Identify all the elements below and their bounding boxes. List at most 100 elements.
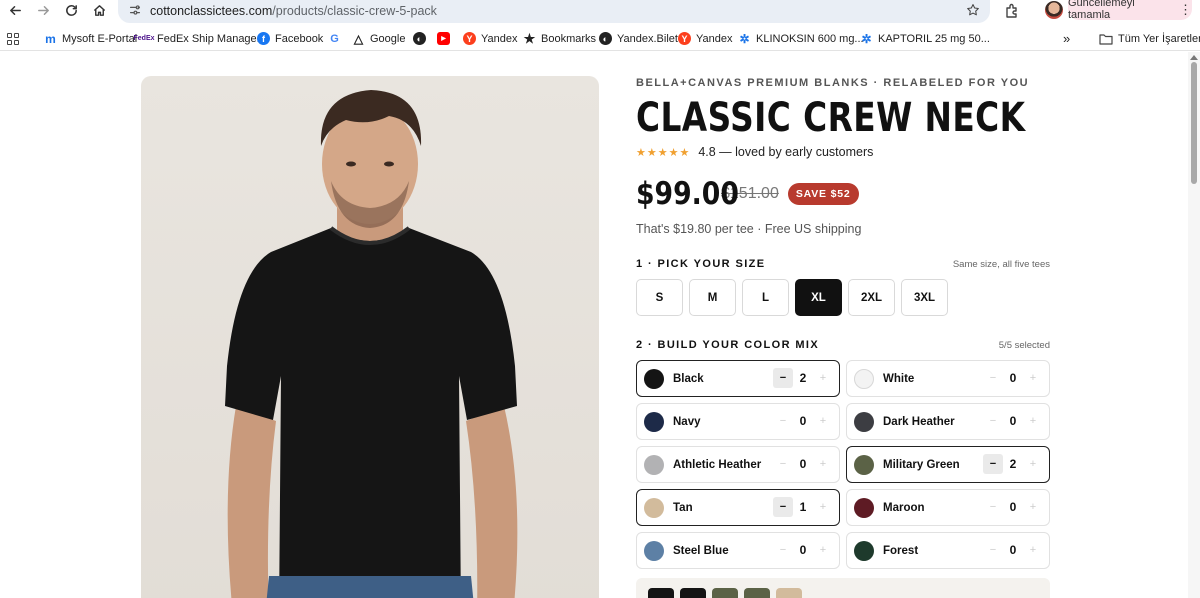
reload-button[interactable]	[59, 0, 83, 21]
size-option-xl[interactable]: XL	[795, 279, 842, 316]
color-option-white[interactable]: White −0 +	[846, 360, 1050, 397]
per-tee-text: That's $19.80 per tee · Free US shipping	[636, 222, 862, 236]
increase-button[interactable]: +	[813, 540, 833, 560]
youtube-icon: ▶	[437, 32, 450, 45]
bookmark-google-g[interactable]: G	[328, 30, 341, 47]
quantity-value: 0	[799, 543, 807, 557]
color-swatch	[854, 455, 874, 475]
product-rating: ★★★★★ 4.8 — loved by early customers	[636, 145, 873, 159]
color-option-athletic-heather[interactable]: Athletic Heather −0 +	[636, 446, 840, 483]
size-option-m[interactable]: M	[689, 279, 736, 316]
increase-button[interactable]: +	[813, 454, 833, 474]
product-photo	[141, 76, 599, 598]
extensions-icon[interactable]	[1003, 2, 1021, 20]
color-section-title: 2 · BUILD YOUR COLOR MIX	[636, 339, 820, 351]
bookmark-kaptoril[interactable]: ✲ KAPTORIL 25 mg 50...	[860, 30, 989, 47]
forward-button[interactable]	[31, 0, 55, 21]
url-text[interactable]: cottonclassictees.com/products/classic-c…	[150, 4, 437, 18]
bookmark-label: Yandex.Bilet	[617, 32, 678, 45]
color-option-tan[interactable]: Tan −1 +	[636, 489, 840, 526]
star-icon: ★	[523, 30, 536, 46]
bookmark-yandex[interactable]: Y Yandex	[463, 30, 518, 47]
address-bar[interactable]: cottonclassictees.com/products/classic-c…	[118, 0, 990, 23]
bookmark-mysoft[interactable]: m Mysoft E-Portal	[44, 30, 137, 47]
mix-preview-tee	[648, 588, 674, 598]
bookmark-yandex-bilet[interactable]: ◐ Yandex.Bilet	[599, 30, 678, 47]
url-host: cottonclassictees.com	[150, 4, 273, 18]
size-option-s[interactable]: S	[636, 279, 683, 316]
increase-button[interactable]: +	[813, 411, 833, 431]
increase-button[interactable]: +	[1023, 454, 1043, 474]
bookmark-label: Facebook	[275, 32, 324, 45]
decrease-button[interactable]: −	[773, 368, 793, 388]
url-path: /products/classic-crew-5-pack	[272, 4, 437, 18]
decrease-button[interactable]: −	[983, 411, 1003, 431]
drive-icon: △	[353, 31, 364, 46]
increase-button[interactable]: +	[1023, 368, 1043, 388]
bookmark-youtube[interactable]: ▶	[437, 30, 450, 47]
size-option-3xl[interactable]: 3XL	[901, 279, 948, 316]
color-name: Steel Blue	[673, 545, 729, 557]
color-option-navy[interactable]: Navy −0 +	[636, 403, 840, 440]
color-name: Black	[673, 373, 704, 385]
scroll-up-arrow-icon[interactable]	[1190, 55, 1198, 60]
scrollbar-thumb[interactable]	[1191, 62, 1197, 184]
color-swatch	[644, 369, 664, 389]
increase-button[interactable]: +	[1023, 540, 1043, 560]
decrease-button[interactable]: −	[773, 454, 793, 474]
color-option-maroon[interactable]: Maroon −0 +	[846, 489, 1050, 526]
decrease-button[interactable]: −	[983, 368, 1003, 388]
quantity-stepper: −0 +	[983, 540, 1043, 560]
color-swatch	[854, 498, 874, 518]
update-button[interactable]: Güncellemeyi tamamla ⋮	[1068, 0, 1192, 21]
decrease-button[interactable]: −	[773, 497, 793, 517]
color-name: Forest	[883, 545, 919, 557]
more-menu-icon: ⋮	[1179, 1, 1192, 17]
color-option-military-green[interactable]: Military Green −2 +	[846, 446, 1050, 483]
increase-button[interactable]: +	[1023, 497, 1043, 517]
color-option-dark-heather[interactable]: Dark Heather −0 +	[846, 403, 1050, 440]
gear-icon: ✲	[739, 31, 750, 46]
bookmark-yandex-2[interactable]: Y Yandex	[678, 30, 733, 47]
back-button[interactable]	[3, 0, 27, 21]
bookmark-bookmarks[interactable]: ★ Bookmarks	[523, 30, 596, 47]
arrow-left-icon	[9, 6, 21, 15]
all-bookmarks-label: Tüm Yer İşaretleri	[1118, 32, 1200, 45]
decrease-button[interactable]: −	[773, 540, 793, 560]
increase-button[interactable]: +	[813, 497, 833, 517]
decrease-button[interactable]: −	[773, 411, 793, 431]
color-option-black[interactable]: Black −2 +	[636, 360, 840, 397]
bookmark-star-icon[interactable]	[966, 3, 980, 17]
bookmarks-overflow-button[interactable]: »	[1063, 30, 1070, 47]
profile-avatar[interactable]	[1045, 1, 1063, 19]
mix-preview	[636, 578, 1050, 598]
globe-icon: ◐	[599, 32, 612, 45]
all-bookmarks-button[interactable]: Tüm Yer İşaretleri	[1099, 30, 1200, 47]
reload-icon	[65, 5, 77, 16]
increase-button[interactable]: +	[1023, 411, 1043, 431]
decrease-button[interactable]: −	[983, 454, 1003, 474]
color-name: White	[883, 373, 915, 385]
decrease-button[interactable]: −	[983, 540, 1003, 560]
color-option-forest[interactable]: Forest −0 +	[846, 532, 1050, 569]
rating-text: 4.8 — loved by early customers	[698, 145, 874, 159]
increase-button[interactable]: +	[813, 368, 833, 388]
bookmark-klinoksin[interactable]: ✲ KLINOKSIN 600 mg...	[738, 30, 863, 47]
home-button[interactable]	[87, 0, 111, 21]
color-section-header: 2 · BUILD YOUR COLOR MIX 5/5 selected	[636, 339, 1050, 351]
product-title: CLASSIC CREW NECK	[636, 95, 1026, 141]
size-option-l[interactable]: L	[742, 279, 789, 316]
bookmark-google[interactable]: △ Google	[352, 30, 406, 47]
color-option-steel-blue[interactable]: Steel Blue −0 +	[636, 532, 840, 569]
bookmark-facebook[interactable]: f Facebook	[257, 30, 323, 47]
site-settings-icon[interactable]	[128, 3, 142, 17]
bookmark-globe[interactable]: ◐	[413, 30, 426, 47]
quantity-value: 0	[1009, 414, 1017, 428]
decrease-button[interactable]: −	[983, 497, 1003, 517]
color-swatch	[644, 412, 664, 432]
size-option-2xl[interactable]: 2XL	[848, 279, 895, 316]
bookmark-label: Mysoft E-Portal	[62, 32, 138, 45]
bookmark-fedex[interactable]: FedEx FedEx Ship Manage...	[134, 30, 266, 47]
apps-button[interactable]	[7, 30, 19, 47]
page-scrollbar[interactable]	[1188, 52, 1200, 598]
